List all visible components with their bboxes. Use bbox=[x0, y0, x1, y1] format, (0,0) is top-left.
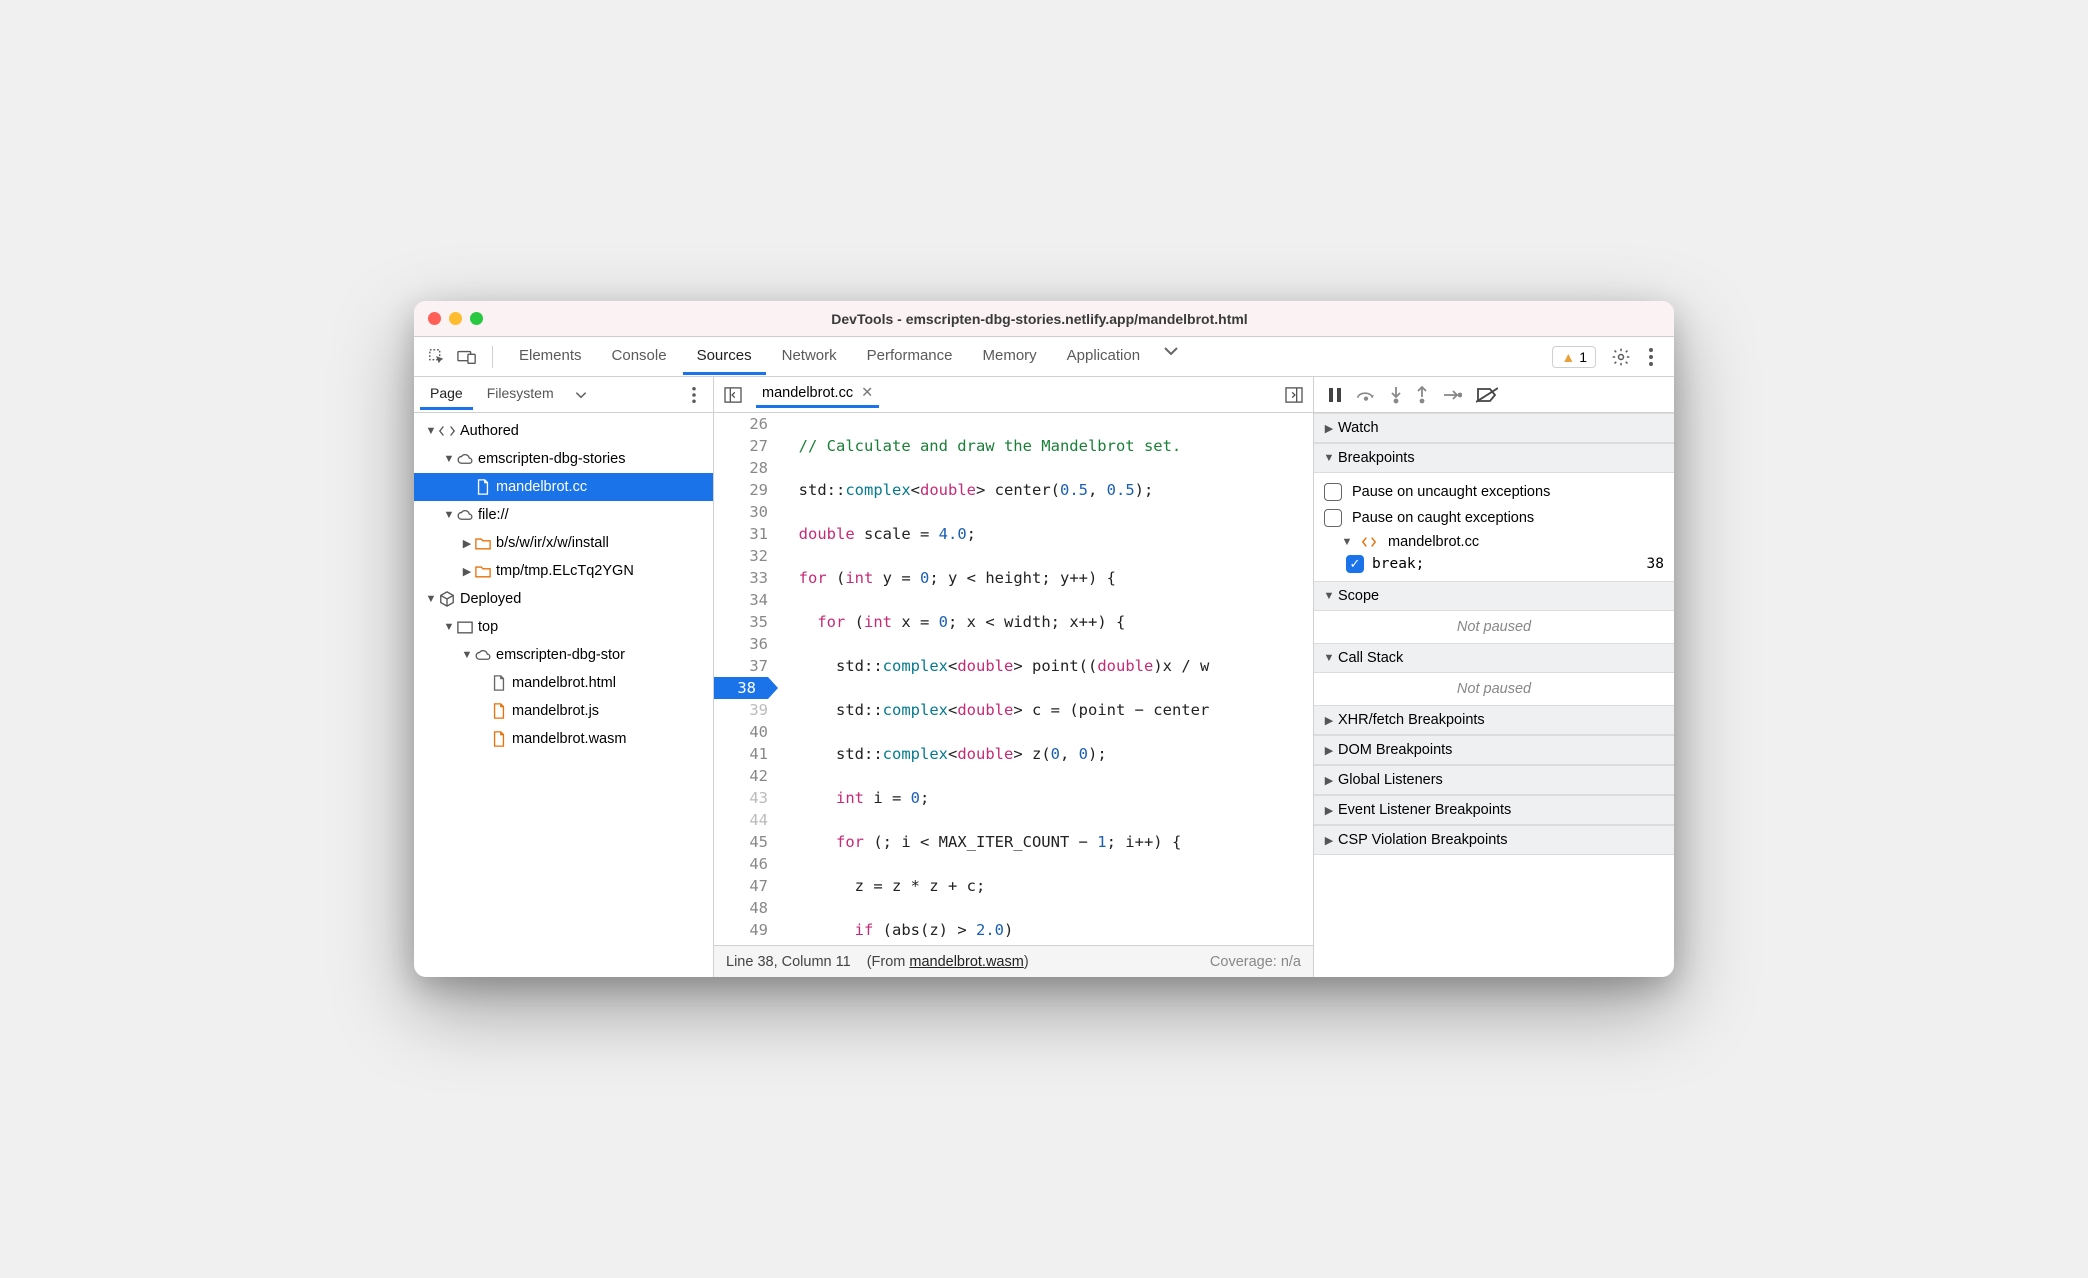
cloud-icon bbox=[456, 450, 474, 468]
section-event[interactable]: ▶Event Listener Breakpoints bbox=[1314, 795, 1674, 825]
nav-tab-filesystem[interactable]: Filesystem bbox=[477, 379, 564, 410]
device-toggle-icon[interactable] bbox=[454, 344, 480, 370]
tree-folder-2[interactable]: ▶tmp/tmp.ELcTq2YGN bbox=[414, 557, 713, 585]
close-tab-icon[interactable]: ✕ bbox=[861, 385, 873, 401]
kebab-menu-icon[interactable] bbox=[1638, 344, 1664, 370]
titlebar: DevTools - emscripten-dbg-stories.netlif… bbox=[414, 301, 1674, 337]
gutter[interactable]: 2627282930313233343536373839404142434445… bbox=[714, 413, 780, 945]
section-watch[interactable]: ▶Watch bbox=[1314, 413, 1674, 443]
warning-icon: ▲ bbox=[1561, 349, 1575, 365]
file-icon bbox=[490, 702, 508, 720]
tree-top[interactable]: ▼top bbox=[414, 613, 713, 641]
main-toolbar: Elements Console Sources Network Perform… bbox=[414, 337, 1674, 377]
breakpoints-body: Pause on uncaught exceptions Pause on ca… bbox=[1314, 473, 1674, 581]
nav-more-icon[interactable] bbox=[568, 384, 594, 406]
section-csp[interactable]: ▶CSP Violation Breakpoints bbox=[1314, 825, 1674, 855]
pause-uncaught-row[interactable]: Pause on uncaught exceptions bbox=[1324, 479, 1664, 505]
tab-console[interactable]: Console bbox=[598, 339, 681, 375]
tab-performance[interactable]: Performance bbox=[853, 339, 967, 375]
editor-statusbar: Line 38, Column 11 (From mandelbrot.wasm… bbox=[714, 945, 1313, 977]
window-title: DevTools - emscripten-dbg-stories.netlif… bbox=[499, 311, 1660, 327]
deactivate-breakpoints-icon[interactable] bbox=[1476, 387, 1498, 403]
editor-tabs: mandelbrot.cc ✕ bbox=[714, 377, 1313, 413]
file-icon bbox=[490, 674, 508, 692]
tree-cloud-1[interactable]: ▼emscripten-dbg-stories bbox=[414, 445, 713, 473]
section-scope[interactable]: ▼Scope bbox=[1314, 581, 1674, 611]
source-map-link[interactable]: mandelbrot.wasm bbox=[909, 954, 1023, 970]
breakpoint-file[interactable]: ▼mandelbrot.cc bbox=[1324, 531, 1664, 553]
source-map-info: (From mandelbrot.wasm) bbox=[867, 954, 1029, 970]
cloud-icon bbox=[456, 506, 474, 524]
tree-file-scheme[interactable]: ▼file:// bbox=[414, 501, 713, 529]
script-icon bbox=[1360, 533, 1378, 551]
debugger-controls bbox=[1314, 377, 1674, 413]
box-icon bbox=[438, 590, 456, 608]
navigator-tabs: Page Filesystem bbox=[414, 377, 713, 413]
tab-sources[interactable]: Sources bbox=[683, 339, 766, 375]
checkbox-icon[interactable] bbox=[1324, 483, 1342, 501]
debugger-panel: ▶Watch ▼Breakpoints Pause on uncaught ex… bbox=[1314, 377, 1674, 977]
tree-file-mandelbrot-cc[interactable]: mandelbrot.cc bbox=[414, 473, 713, 501]
hide-debugger-icon[interactable] bbox=[1281, 382, 1307, 408]
inspect-element-icon[interactable] bbox=[424, 344, 450, 370]
checkbox-checked-icon[interactable]: ✓ bbox=[1346, 555, 1364, 573]
code-icon bbox=[438, 422, 456, 440]
tree-cloud-2[interactable]: ▼emscripten-dbg-stor bbox=[414, 641, 713, 669]
file-icon bbox=[490, 730, 508, 748]
tree-deployed[interactable]: ▼Deployed bbox=[414, 585, 713, 613]
tree-file-js[interactable]: mandelbrot.js bbox=[414, 697, 713, 725]
checkbox-icon[interactable] bbox=[1324, 509, 1342, 527]
settings-icon[interactable] bbox=[1608, 344, 1634, 370]
tree-folder-1[interactable]: ▶b/s/w/ir/x/w/install bbox=[414, 529, 713, 557]
code-editor[interactable]: 2627282930313233343536373839404142434445… bbox=[714, 413, 1313, 945]
section-breakpoints[interactable]: ▼Breakpoints bbox=[1314, 443, 1674, 473]
warnings-badge[interactable]: ▲ 1 bbox=[1552, 346, 1596, 368]
step-over-icon[interactable] bbox=[1356, 388, 1376, 402]
navigator-panel: Page Filesystem ▼Authored ▼emscripten-db… bbox=[414, 377, 714, 977]
panel-tabs: Elements Console Sources Network Perform… bbox=[505, 339, 1548, 375]
tab-memory[interactable]: Memory bbox=[969, 339, 1051, 375]
file-icon bbox=[474, 478, 492, 496]
section-dom[interactable]: ▶DOM Breakpoints bbox=[1314, 735, 1674, 765]
nav-tab-page[interactable]: Page bbox=[420, 379, 473, 410]
folder-icon bbox=[474, 534, 492, 552]
step-into-icon[interactable] bbox=[1390, 386, 1402, 404]
more-tabs-icon[interactable] bbox=[1156, 339, 1186, 375]
cursor-position: Line 38, Column 11 bbox=[726, 954, 851, 970]
pause-caught-row[interactable]: Pause on caught exceptions bbox=[1324, 505, 1664, 531]
tab-elements[interactable]: Elements bbox=[505, 339, 596, 375]
section-global[interactable]: ▶Global Listeners bbox=[1314, 765, 1674, 795]
scope-not-paused: Not paused bbox=[1314, 611, 1674, 643]
breakpoint-entry[interactable]: ✓break;38 bbox=[1324, 553, 1664, 575]
section-callstack[interactable]: ▼Call Stack bbox=[1314, 643, 1674, 673]
step-out-icon[interactable] bbox=[1416, 386, 1428, 404]
cloud-icon bbox=[474, 646, 492, 664]
tree-authored[interactable]: ▼Authored bbox=[414, 417, 713, 445]
editor-panel: mandelbrot.cc ✕ 262728293031323334353637… bbox=[714, 377, 1314, 977]
pause-icon[interactable] bbox=[1328, 387, 1342, 403]
breakpoint-marker: 38 bbox=[714, 677, 768, 699]
maximize-button[interactable] bbox=[470, 312, 483, 325]
frame-icon bbox=[456, 618, 474, 636]
callstack-not-paused: Not paused bbox=[1314, 673, 1674, 705]
hide-navigator-icon[interactable] bbox=[720, 382, 746, 408]
step-icon[interactable] bbox=[1442, 389, 1462, 401]
file-tab-mandelbrot-cc[interactable]: mandelbrot.cc ✕ bbox=[756, 381, 879, 408]
folder-icon bbox=[474, 562, 492, 580]
traffic-lights bbox=[428, 312, 483, 325]
coverage-label: Coverage: n/a bbox=[1210, 954, 1301, 970]
devtools-window: DevTools - emscripten-dbg-stories.netlif… bbox=[414, 301, 1674, 977]
tree-file-html[interactable]: mandelbrot.html bbox=[414, 669, 713, 697]
code-content[interactable]: // Calculate and draw the Mandelbrot set… bbox=[780, 413, 1313, 945]
section-xhr[interactable]: ▶XHR/fetch Breakpoints bbox=[1314, 705, 1674, 735]
tab-application[interactable]: Application bbox=[1053, 339, 1154, 375]
file-tree: ▼Authored ▼emscripten-dbg-stories mandel… bbox=[414, 413, 713, 977]
tab-network[interactable]: Network bbox=[768, 339, 851, 375]
warning-count: 1 bbox=[1579, 349, 1587, 365]
nav-kebab-icon[interactable] bbox=[681, 382, 707, 408]
tree-file-wasm[interactable]: mandelbrot.wasm bbox=[414, 725, 713, 753]
close-button[interactable] bbox=[428, 312, 441, 325]
minimize-button[interactable] bbox=[449, 312, 462, 325]
